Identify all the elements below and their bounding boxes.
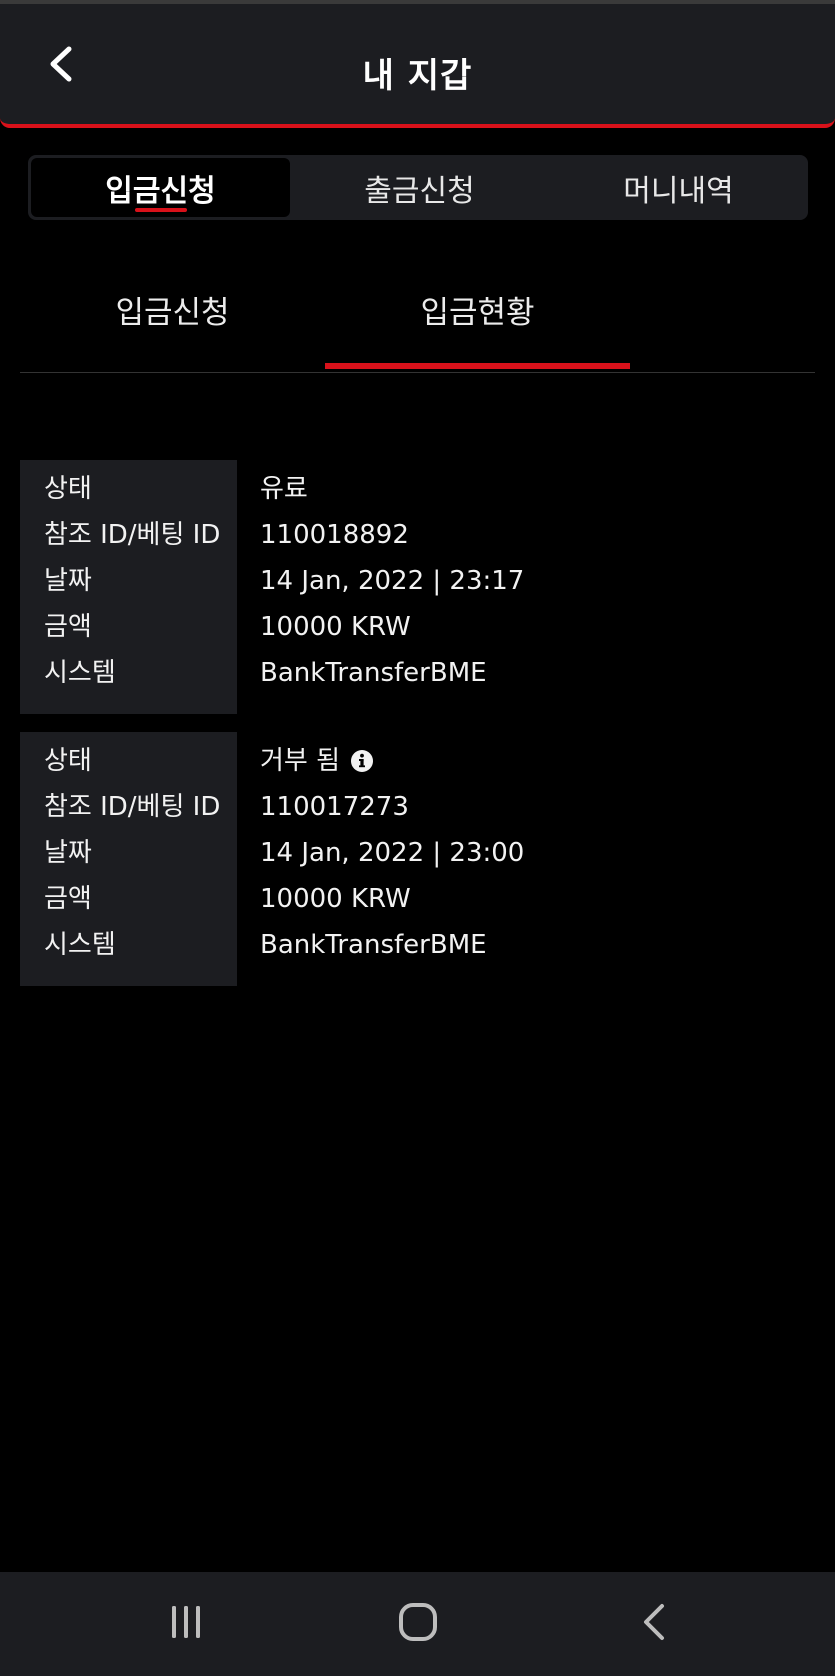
date-row: 날짜 14 Jan, 2022 | 23:00 xyxy=(20,830,815,876)
date-value: 14 Jan, 2022 | 23:00 xyxy=(260,838,525,868)
app-header: 내 지갑 xyxy=(0,4,835,128)
active-tab-underline xyxy=(134,208,187,212)
amount-label: 금액 xyxy=(44,612,92,642)
status-value: 유료 xyxy=(260,474,308,504)
deposit-record: 상태 거부 됨 참조 ID/베팅 ID 110017273 날짜 14 Jan,… xyxy=(20,732,815,986)
ref-row: 참조 ID/베팅 ID 110018892 xyxy=(20,512,815,558)
amount-value: 10000 KRW xyxy=(260,612,411,642)
tab-money-history[interactable]: 머니내역 xyxy=(549,155,808,220)
status-label: 상태 xyxy=(44,474,92,504)
date-label: 날짜 xyxy=(44,566,92,596)
ref-value: 110017273 xyxy=(260,792,409,822)
status-row: 상태 거부 됨 xyxy=(20,738,815,784)
amount-row: 금액 10000 KRW xyxy=(20,876,815,922)
system-back-button[interactable] xyxy=(594,1572,714,1676)
home-button[interactable] xyxy=(358,1572,478,1676)
date-value: 14 Jan, 2022 | 23:17 xyxy=(260,566,525,596)
amount-label: 금액 xyxy=(44,884,92,914)
system-value: BankTransferBME xyxy=(260,658,487,688)
system-label: 시스템 xyxy=(44,658,116,688)
status-label: 상태 xyxy=(44,746,92,776)
amount-row: 금액 10000 KRW xyxy=(20,604,815,650)
ref-value: 110018892 xyxy=(260,520,409,550)
tab-label: 머니내역 xyxy=(623,173,734,209)
tab-label: 출금신청 xyxy=(364,173,475,209)
page-title: 내 지갑 xyxy=(362,56,473,96)
ref-label: 참조 ID/베팅 ID xyxy=(44,792,221,822)
system-row: 시스템 BankTransferBME xyxy=(20,650,815,696)
amount-value: 10000 KRW xyxy=(260,884,411,914)
date-row: 날짜 14 Jan, 2022 | 23:17 xyxy=(20,558,815,604)
tab-label: 입금신청 xyxy=(105,173,216,209)
date-label: 날짜 xyxy=(44,838,92,868)
status-row: 상태 유료 xyxy=(20,466,815,512)
active-subtab-indicator xyxy=(325,363,630,369)
tab-withdraw-request[interactable]: 출금신청 xyxy=(290,155,549,220)
status-value: 거부 됨 xyxy=(260,746,341,776)
system-row: 시스템 BankTransferBME xyxy=(20,922,815,968)
home-icon xyxy=(397,1601,439,1647)
system-nav-bar xyxy=(0,1572,835,1676)
tab-deposit-request[interactable]: 입금신청 xyxy=(31,158,290,217)
ref-label: 참조 ID/베팅 ID xyxy=(44,520,221,550)
info-icon[interactable] xyxy=(350,749,374,773)
ref-row: 참조 ID/베팅 ID 110017273 xyxy=(20,784,815,830)
system-value: BankTransferBME xyxy=(260,930,487,960)
main-tab-bar: 입금신청 출금신청 머니내역 xyxy=(28,155,808,220)
recent-apps-button[interactable] xyxy=(126,1572,246,1676)
subtab-deposit-request[interactable]: 입금신청 xyxy=(20,287,325,332)
recent-apps-icon xyxy=(166,1602,206,1646)
subtab-deposit-status[interactable]: 입금현황 xyxy=(325,287,630,332)
status-value-wrap: 거부 됨 xyxy=(260,738,374,784)
deposit-record: 상태 유료 참조 ID/베팅 ID 110018892 날짜 14 Jan, 2… xyxy=(20,460,815,714)
system-label: 시스템 xyxy=(44,930,116,960)
back-icon xyxy=(639,1602,669,1646)
sub-tab-bar: 입금신청 입금현황 xyxy=(20,265,815,373)
